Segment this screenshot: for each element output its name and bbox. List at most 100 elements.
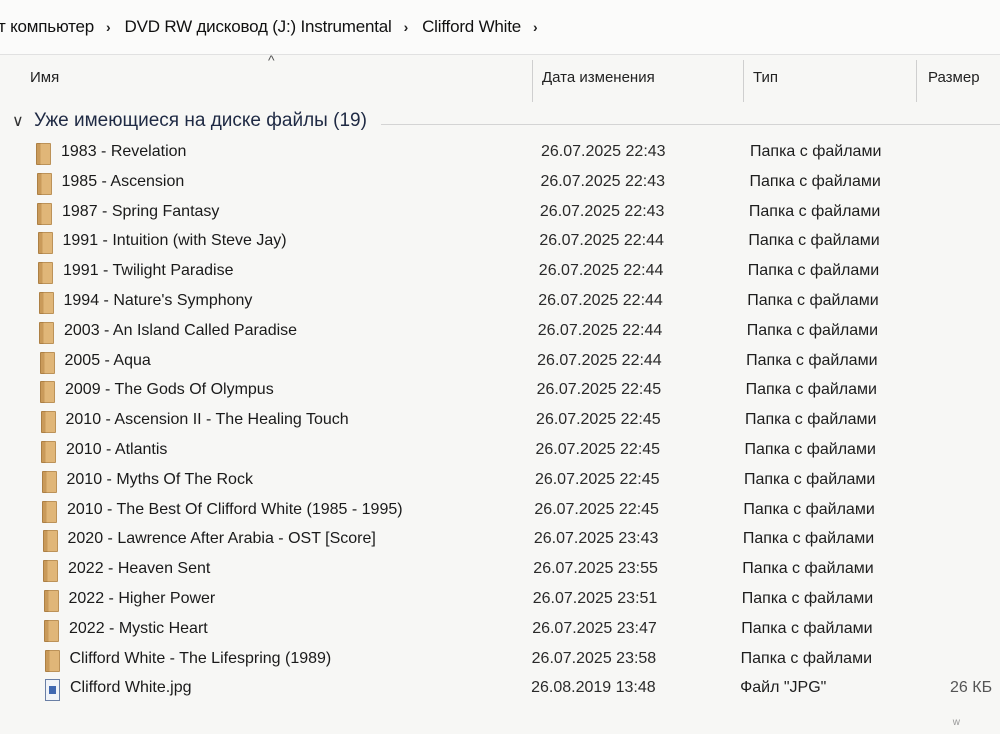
item-name: 2010 - Atlantis: [66, 441, 168, 458]
item-date: 26.07.2025 23:55: [533, 560, 658, 578]
item-name: 2020 - Lawrence After Arabia - OST [Scor…: [67, 530, 376, 548]
list-item[interactable]: 1987 - Spring Fantasy 26.07.2025 22:43 Пап…: [0, 200, 1000, 230]
item-name: 2022 - Heaven Sent: [68, 560, 211, 578]
column-name[interactable]: Имя: [30, 54, 59, 100]
folder-icon: [43, 560, 58, 583]
chevron-right-icon[interactable]: ›: [396, 19, 418, 35]
item-date: 26.07.2025 22:45: [536, 411, 661, 429]
item-name: 2010 - The Best Of Clifford White (1985 …: [67, 500, 403, 518]
item-date: 26.07.2025 22:45: [535, 441, 661, 458]
chevron-right-icon[interactable]: ›: [98, 19, 120, 35]
folder-icon: [41, 441, 56, 463]
item-type: Папка с файлами: [746, 351, 878, 369]
list-item[interactable]: Clifford White.jpg 26.08.2019 13:48 Файл "…: [0, 676, 1000, 706]
item-name: 2005 - Aqua: [64, 351, 151, 369]
chevron-right-icon[interactable]: ›: [525, 19, 547, 35]
item-date: 26.07.2025 22:44: [538, 292, 663, 309]
list-item[interactable]: 2022 - Heaven Sent 26.07.2025 23:55 Папка …: [0, 557, 1000, 587]
list-item[interactable]: 1994 - Nature's Symphony 26.07.2025 22:44…: [0, 289, 1000, 319]
column-size[interactable]: Размер: [928, 54, 980, 100]
item-name: Clifford White - The Lifespring (1989): [69, 649, 332, 667]
column-divider[interactable]: [532, 60, 533, 102]
item-type: Папка с файлами: [743, 500, 875, 518]
folder-icon: [43, 590, 59, 612]
item-date: 26.07.2025 23:58: [531, 649, 657, 667]
list-item[interactable]: 2020 - Lawrence After Arabia - OST [Scor…: [0, 527, 1000, 557]
column-divider[interactable]: [916, 60, 917, 102]
item-date: 26.07.2025 22:44: [538, 262, 664, 280]
column-divider[interactable]: [743, 60, 744, 102]
list-item[interactable]: 2010 - Atlantis 26.07.2025 22:45 Папка с ф…: [0, 438, 1000, 468]
list-item[interactable]: 2005 - Aqua 26.07.2025 22:44 Папка с файла…: [0, 349, 1000, 379]
item-date: 26.07.2025 22:45: [536, 381, 662, 399]
breadcrumb-item-folder[interactable]: Clifford White: [418, 17, 525, 37]
item-name: 1983 - Revelation: [61, 143, 187, 160]
list-item[interactable]: 2022 - Mystic Heart 26.07.2025 23:47 Папка…: [0, 617, 1000, 647]
item-name: 1985 - Ascension: [61, 172, 185, 190]
item-name: 2009 - The Gods Of Olympus: [65, 381, 274, 399]
group-header[interactable]: ∨ Уже имеющиеся на диске файлы (19): [12, 104, 1000, 138]
watermark: w: [952, 717, 960, 728]
list-item[interactable]: 2003 - An Island Called Paradise 26.07.20…: [0, 319, 1000, 349]
item-type: Папка с файлами: [741, 619, 873, 637]
item-date: 26.07.2025 22:43: [541, 143, 666, 160]
item-type: Папка с файлами: [748, 232, 880, 250]
list-item[interactable]: 2010 - The Best Of Clifford White (1985 …: [0, 498, 1000, 528]
item-type: Папка с файлами: [748, 202, 881, 220]
item-name: Clifford White.jpg: [70, 679, 192, 697]
item-type: Папка с файлами: [747, 262, 880, 280]
breadcrumb-item-computer[interactable]: т компьютер: [0, 17, 98, 37]
item-type: Файл "JPG": [740, 679, 827, 697]
breadcrumb-item-dvd-drive[interactable]: DVD RW дисковод (J:) Instrumental: [121, 17, 396, 37]
list-item[interactable]: 1983 - Revelation 26.07.2025 22:43 Папка с…: [0, 140, 1000, 170]
column-header: Имя Дата изменения Тип Размер: [0, 54, 1000, 102]
item-date: 26.07.2025 22:43: [540, 172, 665, 190]
folder-icon: [38, 262, 53, 285]
folder-icon: [40, 381, 55, 404]
item-date: 26.07.2025 22:44: [537, 351, 662, 369]
chevron-down-icon[interactable]: ∨: [12, 111, 34, 131]
item-name: 1987 - Spring Fantasy: [62, 202, 220, 220]
item-name: 2010 - Myths Of The Rock: [66, 470, 253, 488]
list-item[interactable]: 2009 - The Gods Of Olympus 26.07.2025 22:…: [0, 378, 1000, 408]
folder-icon: [38, 292, 54, 314]
list-item[interactable]: 2010 - Ascension II - The Healing Touch 2…: [0, 408, 1000, 438]
item-name: 2010 - Ascension II - The Healing Touch: [65, 411, 349, 429]
item-type: Папка с файлами: [740, 649, 873, 667]
item-name: 1991 - Intuition (with Steve Jay): [62, 232, 287, 250]
item-date: 26.07.2025 23:47: [532, 619, 657, 637]
item-type: Папка с файлами: [750, 143, 882, 160]
folder-icon: [40, 411, 56, 434]
item-date: 26.07.2025 22:44: [539, 232, 664, 250]
item-type: Папка с файлами: [742, 530, 875, 548]
item-type: Папка с файлами: [746, 321, 879, 339]
item-name: 2003 - An Island Called Paradise: [64, 321, 298, 339]
folder-icon: [42, 500, 57, 523]
item-type: Папка с файлами: [744, 441, 876, 458]
item-date: 26.07.2025 22:45: [534, 470, 660, 488]
breadcrumb: т компьютер › DVD RW дисковод (J:) Instr…: [0, 0, 1000, 55]
group-divider: [380, 123, 1000, 125]
list-item[interactable]: 1985 - Ascension 26.07.2025 22:43 Папка с …: [0, 170, 1000, 200]
column-type[interactable]: Тип: [753, 54, 778, 100]
folder-icon: [41, 470, 57, 493]
item-type: Папка с файлами: [742, 560, 874, 578]
folder-icon: [39, 351, 55, 374]
list-item[interactable]: Clifford White - The Lifespring (1989) 26…: [0, 647, 1000, 677]
item-date: 26.07.2025 22:43: [539, 202, 665, 220]
image-icon: [45, 679, 60, 702]
item-date: 26.07.2025 22:44: [537, 321, 663, 339]
item-date: 26.07.2025 22:45: [534, 500, 659, 518]
folder-icon: [36, 143, 51, 165]
item-type: Папка с файлами: [743, 470, 876, 488]
item-type: Папка с файлами: [747, 292, 879, 309]
list-item[interactable]: 1991 - Intuition (with Steve Jay) 26.07.2…: [0, 229, 1000, 259]
list-item[interactable]: 2022 - Higher Power 26.07.2025 23:51 Папка…: [0, 587, 1000, 617]
folder-icon: [42, 530, 58, 553]
list-item[interactable]: 2010 - Myths Of The Rock 26.07.2025 22:45…: [0, 468, 1000, 498]
item-type: Папка с файлами: [741, 590, 874, 607]
list-item[interactable]: 1991 - Twilight Paradise 26.07.2025 22:44…: [0, 259, 1000, 289]
sort-ascending-icon: ^: [268, 52, 275, 68]
column-date[interactable]: Дата изменения: [542, 54, 655, 100]
item-name: 2022 - Higher Power: [68, 590, 216, 607]
